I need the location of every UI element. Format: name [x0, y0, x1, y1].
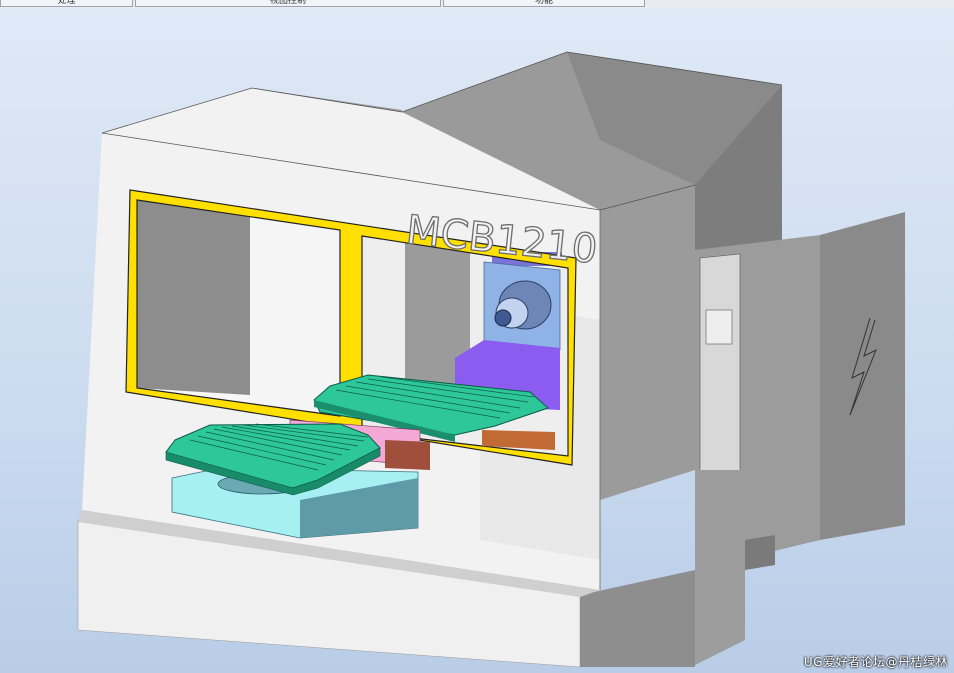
center-rail-gray	[385, 440, 430, 470]
tab-process[interactable]: 处理	[0, 0, 133, 7]
front-panel-right-shade	[600, 185, 695, 500]
cabinet-window	[705, 309, 733, 345]
watermark: UG爱好者论坛@丹桔绿林	[803, 655, 948, 669]
window-left-inner-face	[250, 215, 340, 416]
cabinet-base	[695, 470, 745, 665]
window-left-inner-wall	[137, 200, 250, 395]
tab-function[interactable]: 功能	[443, 0, 645, 7]
cabinet-bottom	[745, 535, 775, 570]
top-toolbar: 处理 视图控制 功能	[0, 0, 954, 8]
spindle-nose-inner	[494, 309, 512, 327]
3d-viewport[interactable]: MCB1210	[0, 8, 954, 673]
tab-view-control[interactable]: 视图控制	[135, 0, 441, 7]
machine-model: MCB1210	[77, 51, 905, 668]
